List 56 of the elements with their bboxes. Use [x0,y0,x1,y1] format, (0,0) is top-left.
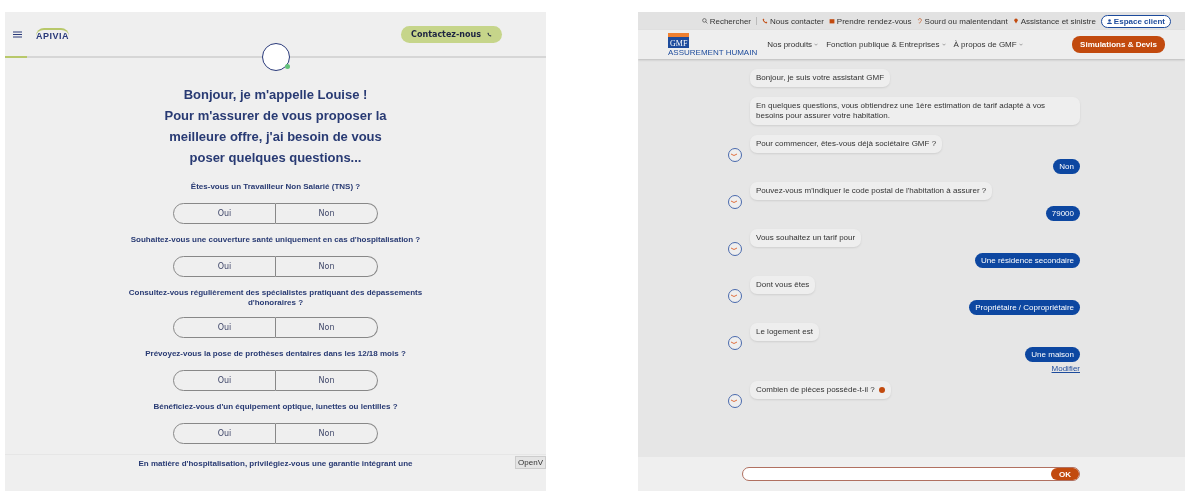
widget-button[interactable]: OpenV [515,456,546,469]
message-text: Combien de pièces possède-t-il ? [756,385,875,395]
search-icon [701,18,708,24]
user-icon [1106,18,1112,24]
client-area-button[interactable]: Espace client [1100,14,1171,28]
message-text: Bonjour, je suis votre assistant GMF [756,73,885,83]
ear-icon [916,18,923,24]
greeting-text: Pour m'assurer de vous proposer la [164,107,387,125]
utility-link[interactable]: Assistance et sinistre [1012,16,1096,26]
logo-tagline: ASSUREMENT HUMAIN [668,48,758,57]
phone-icon [762,18,768,24]
user-reply: Une maison [1025,347,1080,362]
utility-link[interactable]: Nous contacter [762,16,824,26]
ok-button[interactable]: OK [1051,468,1079,480]
question-text: Prévoyez-vous la pose de prothèses dentaires dans les 12/18 mois ? [144,349,407,359]
question-text: En matière d'hospitalisation, privilégiez-vous une garantie intégrant une [138,459,413,469]
menu-icon[interactable] [13,30,22,38]
simulations-button[interactable]: Simulations & Devis [1072,36,1165,53]
greeting-text: Bonjour, je m'appelle Louise ! [183,86,368,104]
greeting-text: meilleure offre, j'ai besoin de vous [169,128,382,146]
bot-avatar-icon [728,394,742,408]
question-text: Consultez-vous régulièrement des spécialistes pratiquant des dépassements d'honoraires ? [127,288,424,308]
user-reply: Propriétaire / Copropriétaire [969,300,1080,315]
message-text: Dont vous êtes [756,280,810,290]
message-text: En quelques questions, vous obtiendrez une 1ère estimation de tarif adapté à vos besoins pour assurer votre habitation. [756,101,1047,121]
phone-icon [487,31,492,37]
bot-avatar-icon [728,289,742,303]
bot-avatar-icon [728,148,742,162]
message-text: Pouvez-vous m'indiquer le code postal de l'habitation à assurer ? [756,186,987,196]
gmf-logo: GMF [668,32,690,48]
avatar-illustration [261,43,290,71]
question-text: Bénéficiez-vous d'un équipement optique, lunettes ou lentilles ? [152,402,399,412]
pin-icon [1012,18,1019,24]
message-text: Vous souhaitez un tarif pour [756,233,856,243]
nav-menu-item[interactable]: Nos produits [767,40,819,49]
apivia-logo: APIVIA [36,27,69,41]
message-text: Pour commencer, êtes-vous déjà sociétaire GMF ? [756,139,937,149]
greeting-text: poser quelques questions... [189,149,362,167]
message-input[interactable]: OK [742,467,1080,481]
utility-link[interactable]: Rechercher [701,16,751,26]
message-text: Le logement est [756,327,813,337]
user-reply: Une résidence secondaire [975,253,1080,268]
user-reply: 79000 [1045,206,1080,221]
modify-link[interactable]: Modifier [1051,364,1080,373]
utility-link[interactable]: Prendre rendez-vous [828,16,912,26]
nav-menu-item[interactable]: À propos de GMF [953,40,1023,49]
bot-avatar-icon [728,336,742,350]
question-text: Souhaitez-vous une couverture santé uniquement en cas d'hospitalisation ? [129,235,422,245]
bot-avatar-icon [728,242,742,256]
question-text: Êtes-vous un Travailleur Non Salarié (TNS) ? [189,182,362,192]
calendar-icon [828,18,835,24]
bot-avatar-icon [728,195,742,209]
user-reply: Non [1053,159,1080,174]
nav-menu-item[interactable]: Fonction publique & Entreprises [826,40,946,49]
utility-link[interactable]: Sourd ou malentendant [916,16,1008,26]
contact-button[interactable]: Contactez-nous [401,25,502,43]
